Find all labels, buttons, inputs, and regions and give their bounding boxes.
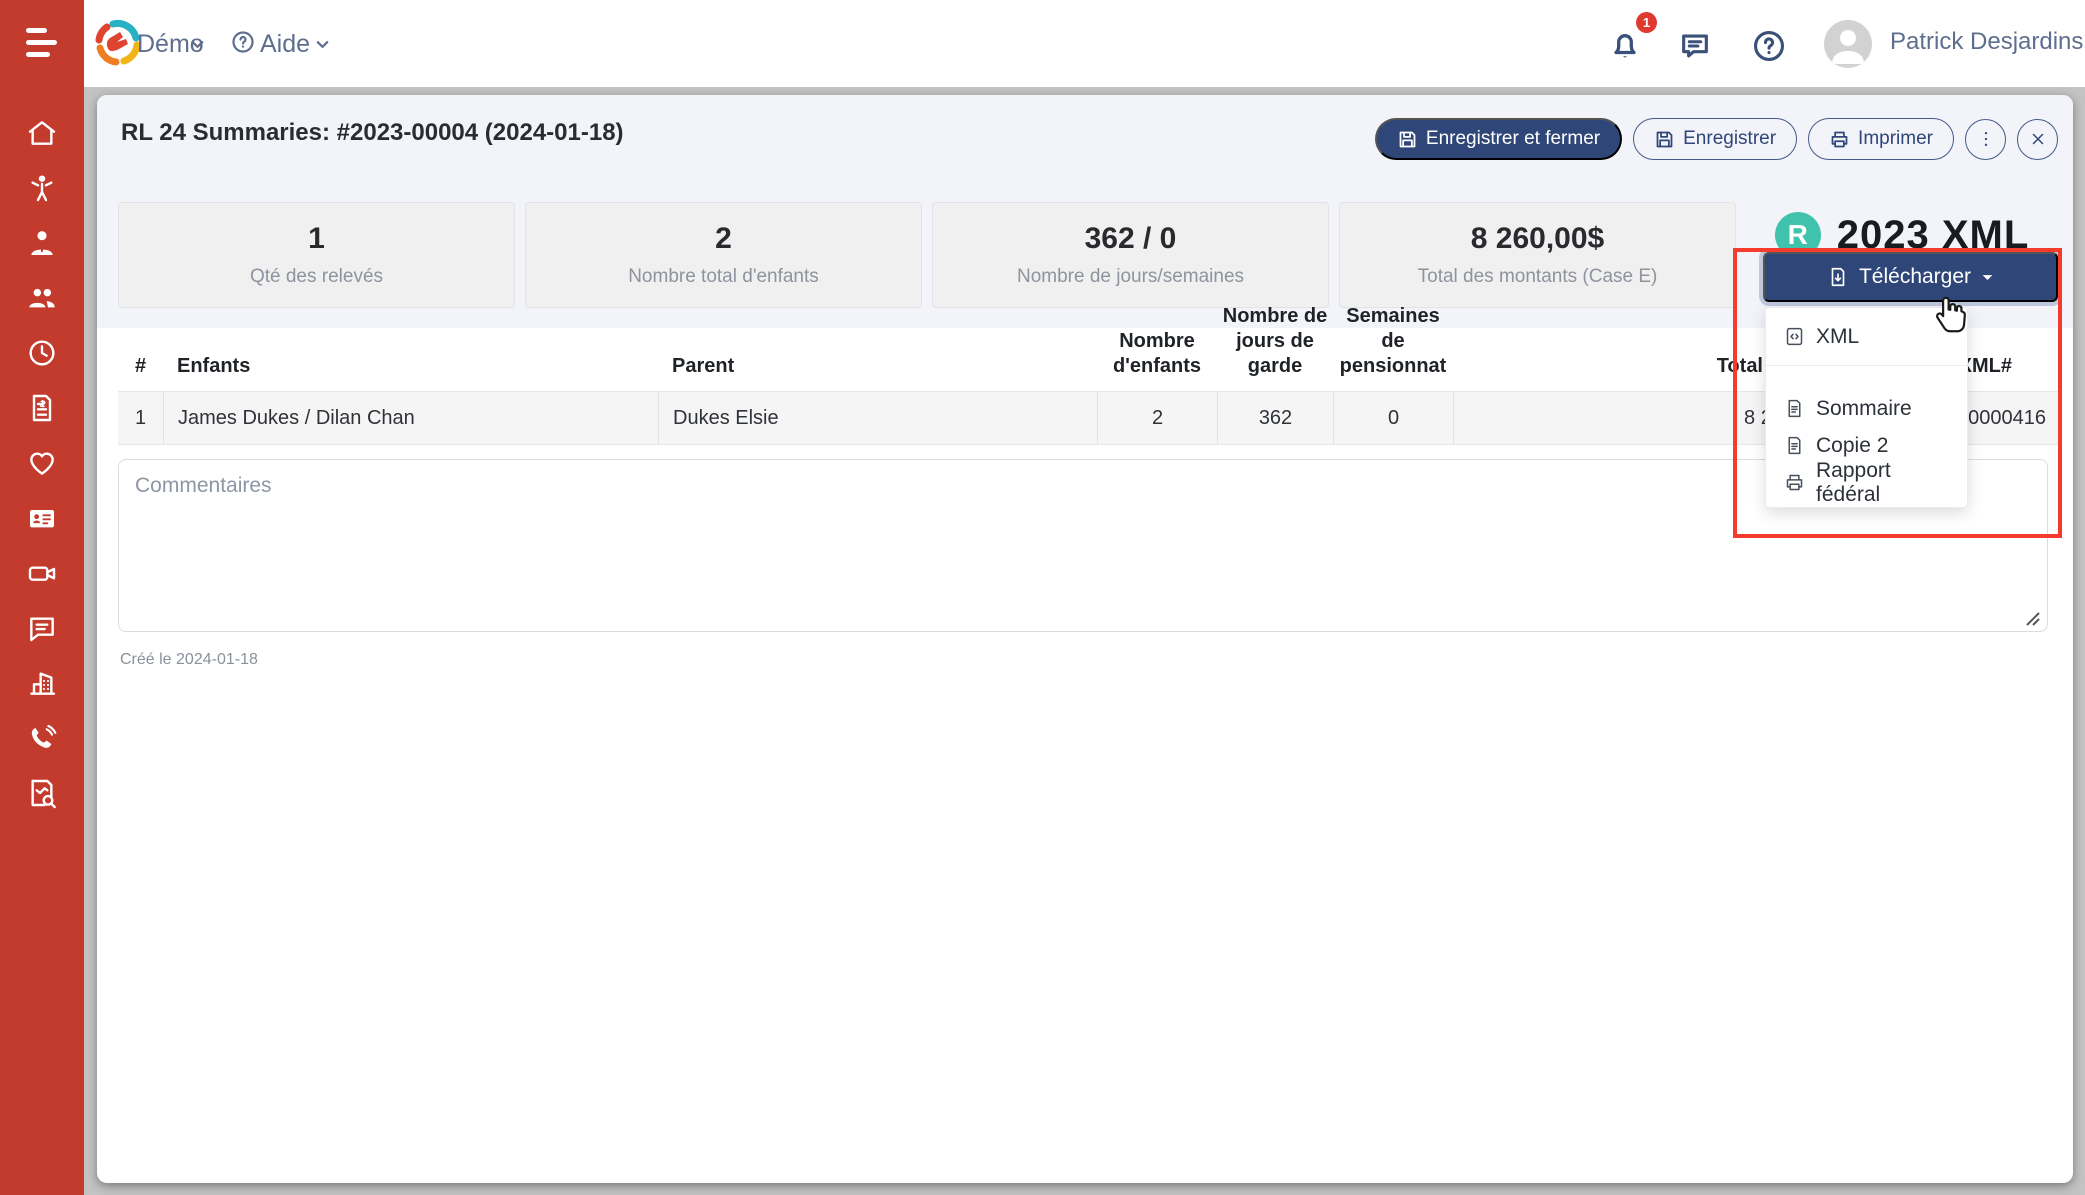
stat-card-releves: 1 Qté des relevés bbox=[118, 202, 515, 308]
heart-icon[interactable] bbox=[26, 447, 58, 479]
cell-parent: Dukes Elsie bbox=[658, 392, 1097, 444]
save-icon bbox=[1397, 129, 1418, 150]
chat-icon[interactable] bbox=[1678, 29, 1712, 68]
cell-total: 8 260,00$ bbox=[1453, 392, 1777, 444]
col-header-semaines: Semaines de pensionnat bbox=[1333, 304, 1453, 391]
user-name[interactable]: Patrick Desjardins bbox=[1890, 28, 2083, 56]
notifications-bell-icon[interactable] bbox=[1607, 27, 1643, 68]
stat-value: 8 260,00$ bbox=[1471, 222, 1604, 256]
menu-divider bbox=[1766, 365, 1967, 366]
file-download-icon bbox=[1827, 266, 1849, 288]
messages-icon[interactable] bbox=[26, 612, 58, 644]
save-icon bbox=[1654, 129, 1675, 150]
download-button[interactable]: Télécharger bbox=[1763, 252, 2058, 302]
chevron-down-icon bbox=[190, 37, 205, 52]
download-dropdown-menu: XML Sommaire Copie 2 Rapport fédéral bbox=[1765, 307, 1968, 508]
col-header-parent: Parent bbox=[658, 354, 1097, 391]
stat-value: 362 / 0 bbox=[1085, 222, 1177, 256]
notification-badge: 1 bbox=[1636, 12, 1657, 33]
col-header-enfants: Enfants bbox=[163, 354, 658, 391]
xml-file-icon bbox=[1784, 326, 1805, 347]
caret-down-icon bbox=[1981, 271, 1994, 284]
close-icon bbox=[2029, 130, 2047, 148]
clock-icon[interactable] bbox=[26, 337, 58, 369]
child-icon[interactable] bbox=[26, 172, 58, 204]
help-menu[interactable]: Aide bbox=[260, 30, 310, 59]
id-card-icon[interactable] bbox=[26, 502, 58, 534]
cell-enfants: James Dukes / Dilan Chan bbox=[163, 392, 658, 444]
report-search-icon[interactable] bbox=[26, 777, 58, 809]
menu-item-xml[interactable]: XML bbox=[1766, 318, 1967, 355]
families-icon[interactable] bbox=[26, 282, 58, 314]
save-button[interactable]: Enregistrer bbox=[1633, 118, 1797, 160]
rl24-dialog: RL 24 Summaries: #2023-00004 (2024-01-18… bbox=[97, 95, 2073, 1183]
document-icon bbox=[1784, 435, 1805, 456]
stat-label: Total des montants (Case E) bbox=[1418, 266, 1658, 288]
more-options-button[interactable] bbox=[1965, 119, 2006, 160]
stat-label: Qté des relevés bbox=[250, 266, 383, 288]
help-circle-icon bbox=[231, 30, 255, 59]
support-help-icon[interactable] bbox=[1752, 29, 1786, 68]
col-header-total: Total bbox=[1453, 354, 1777, 391]
building-icon[interactable] bbox=[26, 667, 58, 699]
user-avatar[interactable] bbox=[1824, 20, 1872, 68]
document-icon bbox=[1784, 398, 1805, 419]
sidebar bbox=[0, 0, 84, 1195]
col-header-jours-garde: Nombre de jours de garde bbox=[1217, 304, 1333, 391]
save-and-close-button[interactable]: Enregistrer et fermer bbox=[1375, 118, 1622, 160]
year-heading: 2023 XML bbox=[1837, 213, 2030, 258]
page-title: RL 24 Summaries: #2023-00004 (2024-01-18… bbox=[121, 119, 624, 147]
stat-value: 2 bbox=[715, 222, 732, 256]
printer-icon bbox=[1829, 129, 1850, 150]
cell-num: 1 bbox=[118, 392, 163, 444]
stat-card-jours: 362 / 0 Nombre de jours/semaines bbox=[932, 202, 1329, 308]
print-button[interactable]: Imprimer bbox=[1808, 118, 1954, 160]
home-icon[interactable] bbox=[26, 117, 58, 149]
menu-item-sommaire[interactable]: Sommaire bbox=[1766, 390, 1967, 427]
cell-jours-garde: 362 bbox=[1217, 392, 1333, 444]
educator-icon[interactable] bbox=[26, 227, 58, 259]
topbar: Démo Aide 1 Patrick Desjardins bbox=[84, 0, 2085, 87]
col-header-nombre-enfants: Nombre d'enfants bbox=[1097, 329, 1217, 391]
created-date-label: Créé le 2024-01-18 bbox=[120, 651, 258, 669]
chevron-down-icon bbox=[315, 37, 330, 52]
stat-label: Nombre total d'enfants bbox=[628, 266, 819, 288]
menu-item-rapport-federal[interactable]: Rapport fédéral bbox=[1766, 464, 1967, 501]
stat-value: 1 bbox=[308, 222, 325, 256]
col-header-num: # bbox=[118, 354, 163, 391]
stat-card-enfants: 2 Nombre total d'enfants bbox=[525, 202, 922, 308]
cell-semaines: 0 bbox=[1333, 392, 1453, 444]
statement-icon[interactable] bbox=[26, 392, 58, 424]
dialog-actions: Enregistrer et fermer Enregistrer Imprim… bbox=[1375, 118, 2058, 160]
video-camera-icon[interactable] bbox=[26, 557, 58, 589]
kebab-menu-icon bbox=[1976, 129, 1996, 149]
cell-nombre-enfants: 2 bbox=[1097, 392, 1217, 444]
stat-label: Nombre de jours/semaines bbox=[1017, 266, 1244, 288]
comments-textarea[interactable] bbox=[118, 459, 2048, 632]
stat-card-montants: 8 260,00$ Total des montants (Case E) bbox=[1339, 202, 1736, 308]
menu-hamburger-icon[interactable] bbox=[26, 28, 60, 60]
printer-icon bbox=[1784, 472, 1805, 493]
app-logo[interactable] bbox=[93, 18, 143, 73]
phone-icon[interactable] bbox=[26, 722, 58, 754]
close-dialog-button[interactable] bbox=[2017, 119, 2058, 160]
